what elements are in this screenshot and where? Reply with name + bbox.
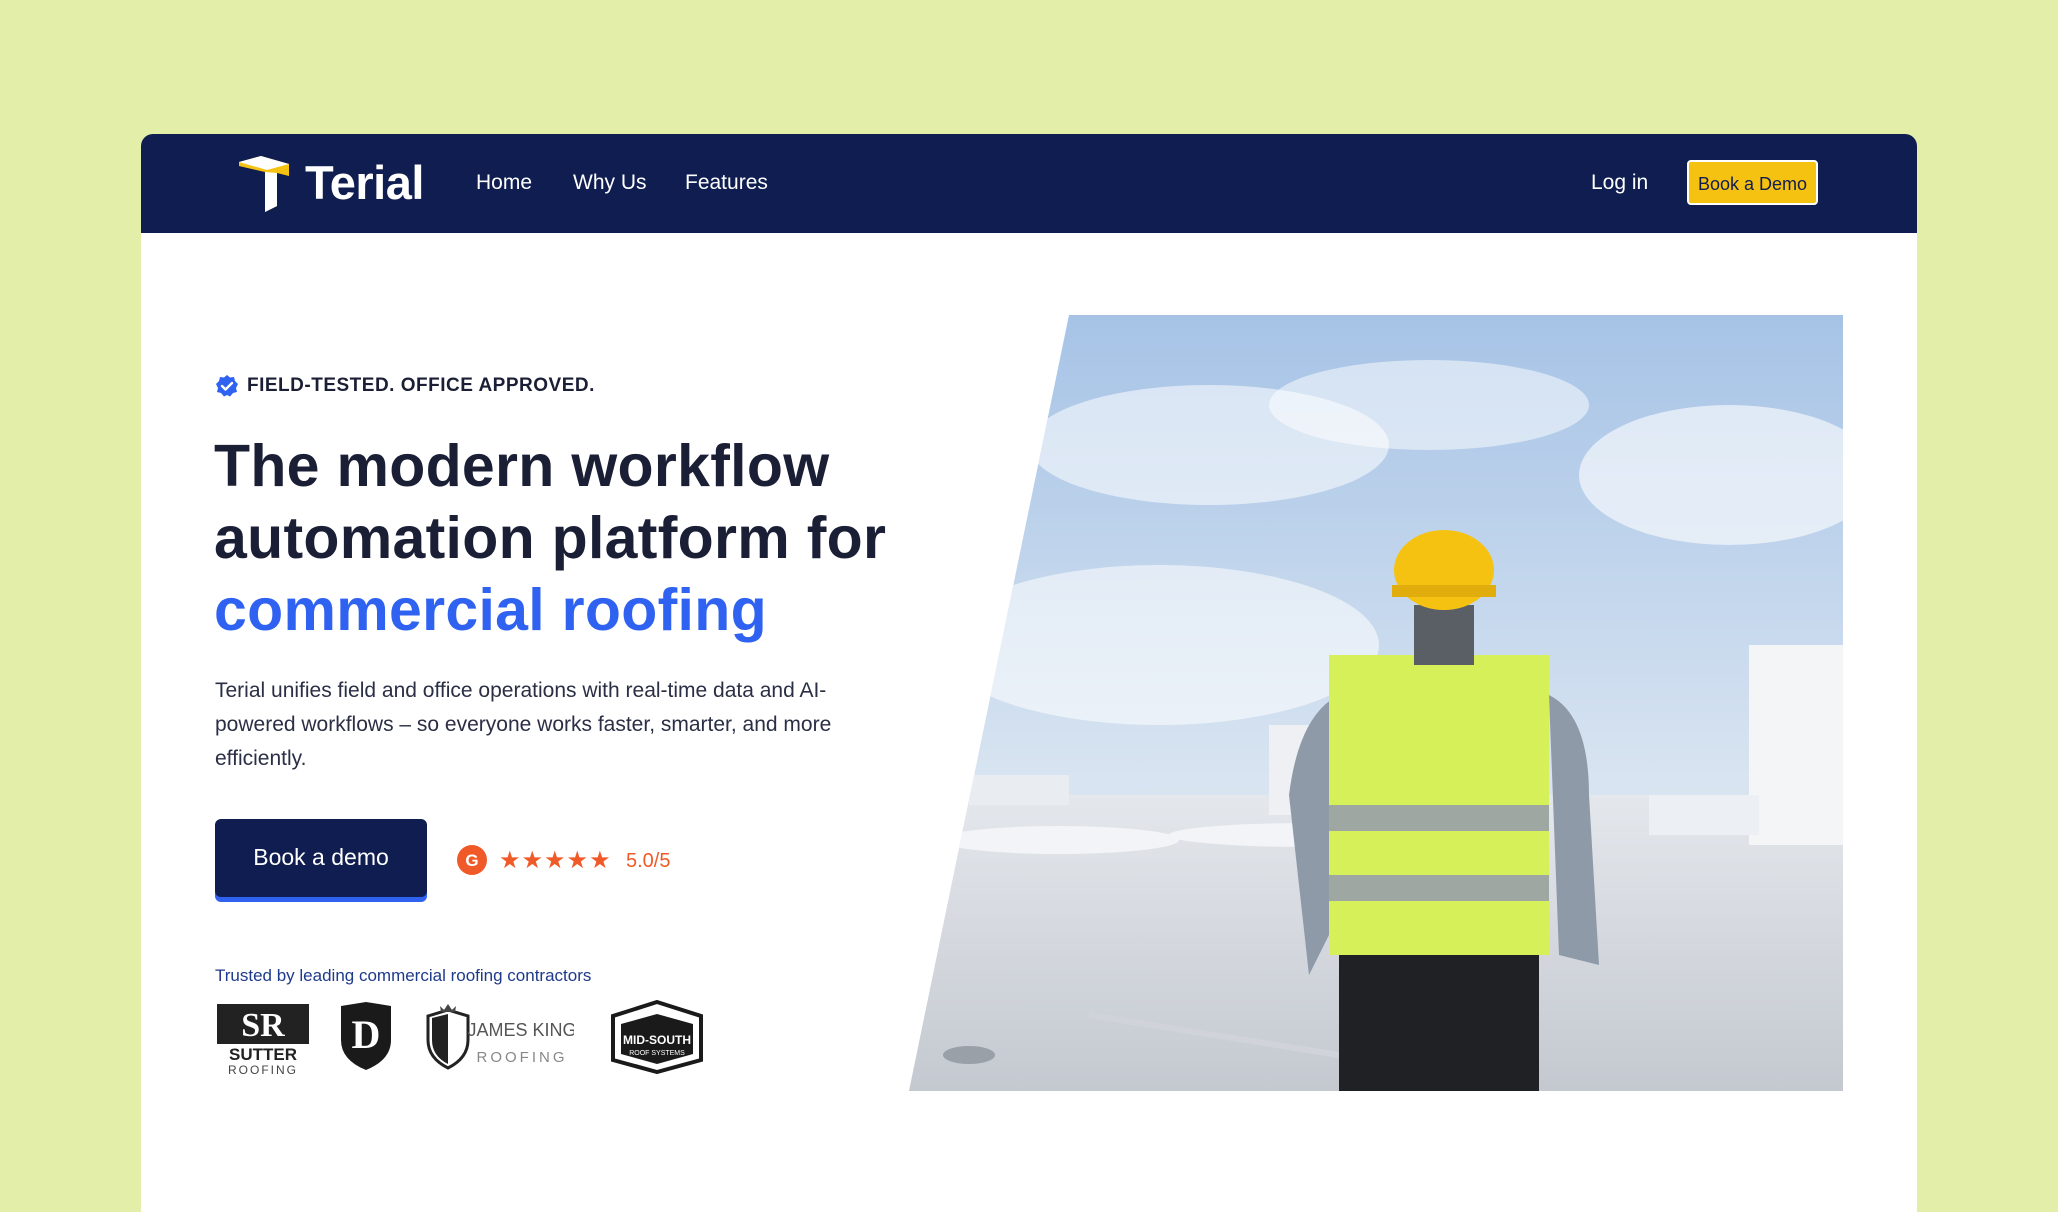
- james-king-roofing-logo: JAMES KING ROOFING: [426, 1004, 574, 1070]
- top-navbar: Terial Home Why Us Features Log in Book …: [141, 134, 1917, 233]
- hero-eyebrow: FIELD-TESTED. OFFICE APPROVED.: [247, 375, 595, 396]
- hero-subtext: Terial unifies field and office operatio…: [215, 679, 832, 770]
- roof-worker-photo: [909, 315, 1843, 1091]
- hero-headline: The modern workflow automation platform …: [214, 430, 974, 646]
- headline-accent: commercial roofing: [214, 577, 767, 643]
- client-name: JAMES KING: [467, 1020, 574, 1040]
- nav-home[interactable]: Home: [476, 171, 532, 195]
- client-letter: D: [352, 1012, 381, 1057]
- client-name: SUTTER: [229, 1045, 297, 1064]
- client-sub: ROOF SYSTEMS: [629, 1050, 685, 1057]
- book-demo-nav-button[interactable]: Book a Demo: [1687, 160, 1818, 205]
- book-demo-button[interactable]: Book a demo: [215, 819, 427, 897]
- headline-text: The modern workflow automation platform …: [214, 433, 887, 571]
- nav-features[interactable]: Features: [685, 171, 768, 195]
- client-name: MID-SOUTH: [623, 1033, 691, 1047]
- login-link[interactable]: Log in: [1591, 171, 1648, 195]
- verified-badge-icon: [216, 375, 238, 397]
- d-shield-logo: D: [341, 1002, 391, 1070]
- g2-icon[interactable]: G: [456, 844, 488, 876]
- trusted-label: Trusted by leading commercial roofing co…: [215, 966, 592, 985]
- svg-text:SR: SR: [241, 1007, 285, 1044]
- rating-stars: ★★★★★: [499, 847, 612, 874]
- client-sub: ROOFING: [228, 1063, 298, 1076]
- svg-text:G: G: [465, 851, 478, 870]
- browser-frame: Terial Home Why Us Features Log in Book …: [141, 134, 1917, 1212]
- mid-south-roof-systems-logo: MID-SOUTH ROOF SYSTEMS: [611, 1000, 703, 1074]
- nav-why-us[interactable]: Why Us: [573, 171, 647, 195]
- brand-name[interactable]: Terial: [305, 155, 424, 210]
- rating-score: 5.0/5: [626, 850, 671, 872]
- sutter-roofing-logo: SR SUTTER ROOFING: [217, 1004, 309, 1076]
- client-sub: ROOFING: [477, 1049, 568, 1066]
